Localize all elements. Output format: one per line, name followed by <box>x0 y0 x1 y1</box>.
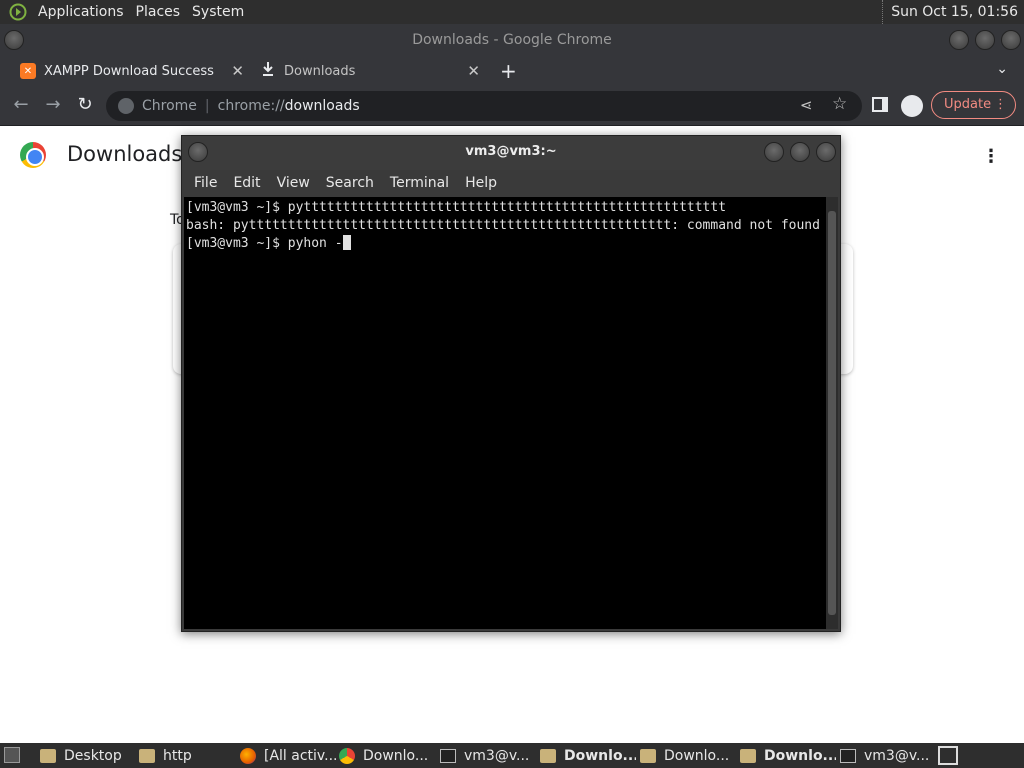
taskbar-item[interactable]: http <box>139 743 235 768</box>
reload-icon[interactable]: ↻ <box>74 94 96 115</box>
folder-icon <box>640 748 656 763</box>
terminal-icon <box>840 748 856 763</box>
omnibox-scheme-label: Chrome <box>142 98 197 114</box>
terminal-icon <box>440 748 456 763</box>
taskbar-item[interactable]: vm3@v... <box>840 743 932 768</box>
profile-avatar-icon[interactable] <box>901 95 923 117</box>
tab-xampp[interactable]: ✕ XAMPP Download Success ✕ <box>14 56 244 86</box>
maximize-icon[interactable] <box>790 142 810 162</box>
minimize-icon[interactable] <box>949 30 969 50</box>
taskbar-item[interactable]: Downlo... <box>640 743 736 768</box>
menu-view[interactable]: View <box>269 175 318 191</box>
chrome-window-title: Downloads - Google Chrome <box>412 32 612 48</box>
window-menu-icon[interactable] <box>188 142 208 162</box>
chrome-logo-icon <box>20 142 46 168</box>
taskbar-item-label: vm3@v... <box>864 747 930 764</box>
close-tab-icon[interactable]: ✕ <box>231 62 244 80</box>
clock[interactable]: Sun Oct 15, 01:56 <box>882 0 1018 24</box>
page-title: Downloads <box>67 142 183 166</box>
text-cursor <box>342 235 351 250</box>
taskbar-item-label: http <box>163 747 192 764</box>
taskbar-item[interactable]: Desktop <box>40 743 136 768</box>
address-bar[interactable]: Chrome | chrome:// downloads <box>106 91 862 121</box>
forward-icon[interactable]: → <box>42 94 64 115</box>
taskbar-item-label: [All activ... <box>264 747 336 764</box>
folder-icon <box>40 748 56 763</box>
side-panel-icon[interactable] <box>872 97 888 112</box>
menu-help[interactable]: Help <box>457 175 505 191</box>
scrollbar-thumb[interactable] <box>828 211 836 615</box>
maximize-icon[interactable] <box>975 30 995 50</box>
menu-applications[interactable]: Applications <box>32 0 130 24</box>
terminal-menubar: File Edit View Search Terminal Help <box>182 170 840 196</box>
tab-downloads[interactable]: Downloads ✕ <box>258 56 480 86</box>
distro-logo-icon[interactable] <box>8 2 28 22</box>
terminal-titlebar[interactable]: vm3@vm3:~ <box>182 136 840 170</box>
tab-strip: ✕ XAMPP Download Success ✕ Downloads ✕ +… <box>0 56 1024 86</box>
update-label: Update <box>944 97 992 112</box>
taskbar-item-label: Desktop <box>64 747 122 764</box>
chrome-icon <box>339 747 355 764</box>
terminal-window: vm3@vm3:~ File Edit View Search Terminal… <box>181 135 841 632</box>
taskbar-item-label: Downlo... <box>664 747 730 764</box>
chrome-menu-icon[interactable]: ⋮ <box>994 92 1007 118</box>
menu-system[interactable]: System <box>186 0 250 24</box>
download-icon <box>262 62 274 80</box>
chrome-toolbar: ← → ↻ Chrome | chrome:// downloads ⋖ ☆ U… <box>0 86 1024 126</box>
taskbar-item-label: Downlo... <box>764 747 836 764</box>
taskbar-item[interactable]: Downlo... <box>740 743 836 768</box>
tab-label: Downloads <box>284 63 356 79</box>
back-icon[interactable]: ← <box>10 94 32 115</box>
omnibox-url-host: downloads <box>284 98 360 114</box>
terminal-line: [vm3@vm3 ~]$ pyttttttttttttttttttttttttt… <box>186 200 727 215</box>
close-icon[interactable] <box>816 142 836 162</box>
menu-terminal[interactable]: Terminal <box>382 175 457 191</box>
chrome-site-icon[interactable] <box>118 98 134 114</box>
taskbar-item[interactable]: [All activ... <box>240 743 336 768</box>
terminal-line: bash: pytttttttttttttttttttttttttttttttt… <box>186 218 820 233</box>
close-tab-icon[interactable]: ✕ <box>467 62 480 80</box>
menu-edit[interactable]: Edit <box>225 175 268 191</box>
new-tab-icon[interactable]: + <box>500 59 517 83</box>
taskbar-item-label: Downlo... <box>363 747 429 764</box>
more-actions-icon[interactable]: ⋮ <box>982 146 1000 167</box>
folder-icon <box>740 748 756 763</box>
show-desktop-icon[interactable] <box>4 747 20 763</box>
update-button[interactable]: Update ⋮ <box>931 91 1016 119</box>
terminal-title: vm3@vm3:~ <box>465 144 557 159</box>
share-icon[interactable]: ⋖ <box>800 96 813 114</box>
folder-icon <box>540 748 556 763</box>
xampp-icon: ✕ <box>20 63 36 79</box>
tab-search-icon[interactable]: ⌄ <box>996 61 1008 77</box>
terminal-line: [vm3@vm3 ~]$ pyhon - <box>186 236 343 251</box>
bottom-panel: Desktop http [All activ... Downlo... vm3… <box>0 743 1024 768</box>
terminal-scrollbar[interactable] <box>826 197 838 629</box>
close-icon[interactable] <box>1001 30 1021 50</box>
chrome-titlebar[interactable]: Downloads - Google Chrome <box>0 24 1024 56</box>
menu-file[interactable]: File <box>186 175 225 191</box>
top-panel: Applications Places System Sun Oct 15, 0… <box>0 0 1024 24</box>
window-menu-icon[interactable] <box>4 30 24 50</box>
taskbar-item-label: Downlo... <box>564 747 636 764</box>
menu-search[interactable]: Search <box>318 175 382 191</box>
taskbar-item-label: vm3@v... <box>464 747 530 764</box>
taskbar-item[interactable]: Downlo... <box>339 743 435 768</box>
folder-icon <box>139 748 155 763</box>
terminal-screen[interactable]: [vm3@vm3 ~]$ pyttttttttttttttttttttttttt… <box>184 197 827 629</box>
tab-label: XAMPP Download Success <box>44 63 214 79</box>
omnibox-url-prefix: chrome:// <box>217 98 285 114</box>
taskbar-item[interactable]: Downlo... <box>540 743 636 768</box>
taskbar-item[interactable]: vm3@v... <box>440 743 536 768</box>
minimize-icon[interactable] <box>764 142 784 162</box>
menu-places[interactable]: Places <box>130 0 187 24</box>
bookmark-star-icon[interactable]: ☆ <box>832 94 847 114</box>
workspace-switcher[interactable] <box>938 746 958 765</box>
firefox-icon <box>240 747 256 764</box>
